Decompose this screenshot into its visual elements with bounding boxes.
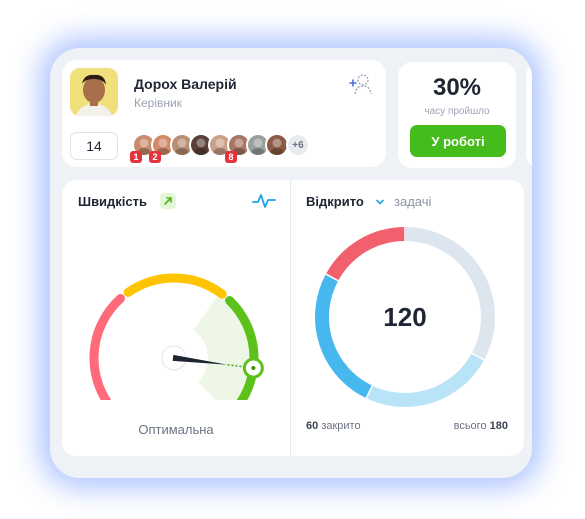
progress-card: 30% часу пройшло У роботі [398, 62, 516, 168]
chevron-down-icon[interactable] [374, 195, 386, 207]
member-task-badge: 1 [130, 151, 142, 163]
closed-label: закрито [321, 420, 361, 432]
member-task-badge: 8 [225, 151, 237, 163]
pulse-icon[interactable] [252, 192, 276, 210]
open-subtitle: задачі [394, 194, 432, 209]
gauge-yellow-segment [123, 273, 227, 299]
closed-stat: 60 закрито [306, 420, 361, 432]
optimal-zone-highlight [193, 292, 254, 400]
speed-gauge [89, 273, 264, 400]
total-value: 180 [489, 420, 508, 432]
speed-title: Швидкість [78, 194, 148, 209]
add-user-button[interactable] [346, 70, 374, 98]
user-name: Дорох Валерій [134, 76, 237, 92]
stats-card: Швидкість Оптимальна Відкрито задачі 120… [62, 180, 524, 456]
speed-status: Оптимальна [138, 422, 214, 437]
dashboard-panel: Дорох Валерій Керівник 14 1 2 8 +6 30% часу… [50, 48, 532, 478]
in-progress-button[interactable]: У роботі [410, 125, 506, 157]
total-label: всього [453, 420, 487, 432]
team-avatars: 1 2 8 +6 [130, 133, 322, 163]
more-members-badge[interactable]: +6 [286, 133, 310, 157]
time-percent: 30% [432, 74, 482, 101]
user-card: Дорох Валерій Керівник 14 1 2 8 +6 [62, 60, 386, 167]
stats-divider [290, 180, 291, 456]
trend-up-icon [160, 193, 176, 209]
member-task-badge: 2 [149, 151, 161, 163]
open-value: 120 [383, 301, 427, 332]
closed-value: 60 [306, 420, 319, 432]
user-role: Керівник [134, 96, 182, 110]
user-avatar[interactable] [70, 68, 118, 116]
total-stat: всього 180 [454, 420, 508, 432]
next-card-peek[interactable] [526, 62, 532, 168]
add-user-icon [349, 74, 372, 95]
time-caption: часу пройшло [424, 106, 490, 117]
gauge-red-segment [89, 294, 125, 400]
task-count: 14 [70, 132, 118, 160]
gauge-pointer-dot [251, 366, 256, 371]
open-title[interactable]: Відкрито [306, 194, 364, 209]
